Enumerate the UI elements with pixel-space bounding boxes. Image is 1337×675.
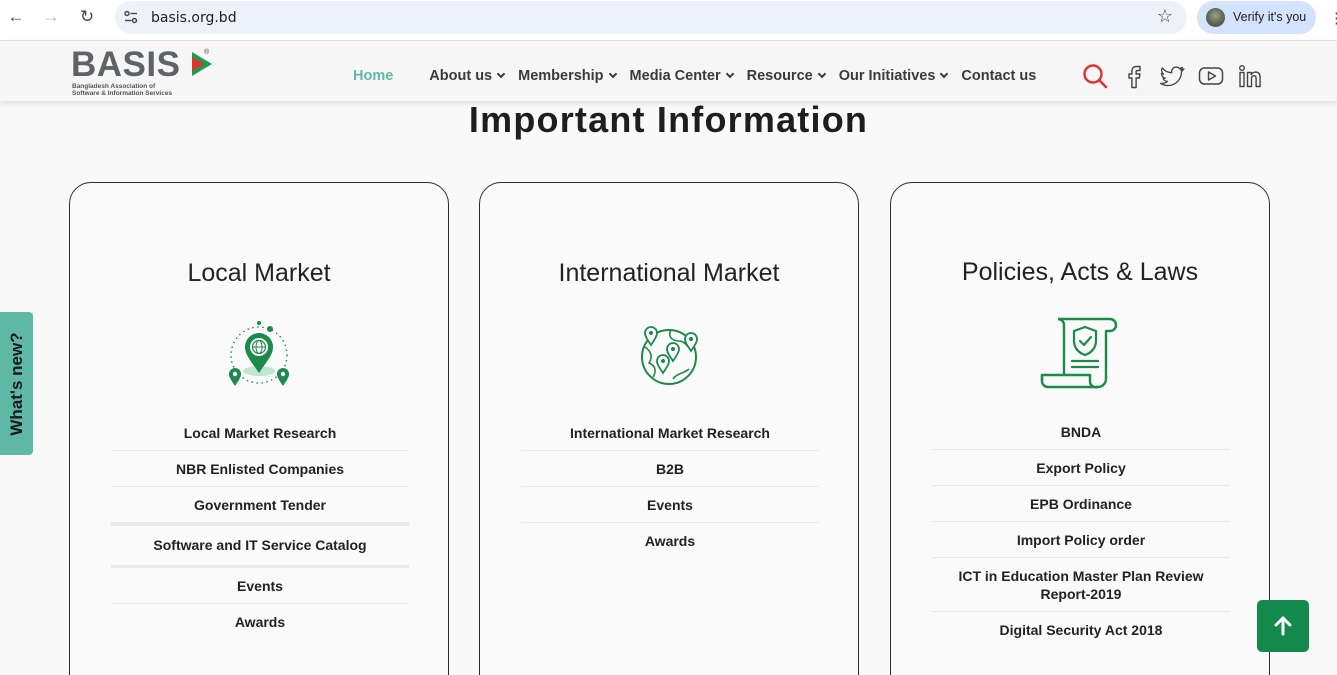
link-b2b[interactable]: B2B: [521, 451, 819, 487]
link-events[interactable]: Events: [521, 487, 819, 523]
section-title: Important Information: [468, 99, 869, 140]
address-bar[interactable]: basis.org.bd ☆: [115, 1, 1187, 34]
profile-avatar: [1206, 8, 1225, 27]
chevron-down-icon: [725, 69, 734, 79]
link-import-policy-order[interactable]: Import Policy order: [932, 522, 1230, 558]
chevron-down-icon: [817, 69, 826, 79]
url-text[interactable]: basis.org.bd: [151, 10, 237, 26]
registered-mark: ®: [204, 49, 210, 56]
bookmark-star-icon[interactable]: ☆: [1157, 6, 1173, 27]
reload-icon[interactable]: ↻: [76, 6, 98, 28]
nav-our-initiatives[interactable]: Our Initiatives: [838, 68, 949, 84]
link-epb-ordinance[interactable]: EPB Ordinance: [932, 486, 1230, 522]
nav-about-us-label: About us: [429, 68, 493, 84]
nav-membership[interactable]: Membership: [518, 68, 617, 84]
link-events[interactable]: Events: [111, 568, 409, 604]
chevron-down-icon: [496, 69, 506, 79]
chevron-down-icon: [940, 69, 949, 79]
nav-media-center-label: Media Center: [629, 68, 721, 84]
link-nbr-enlisted-companies[interactable]: NBR Enlisted Companies: [111, 451, 409, 487]
youtube-icon[interactable]: [1198, 63, 1224, 89]
back-to-top-button[interactable]: [1257, 600, 1309, 652]
logo-subtitle-line2: Software & Information Services: [72, 90, 173, 97]
facebook-icon[interactable]: [1121, 63, 1147, 89]
twitter-icon[interactable]: [1159, 63, 1185, 89]
logo-subtitle-line1: Bangladesh Association of: [72, 83, 156, 90]
browser-toolbar: ← → ↻ basis.org.bd ☆ Verify it's you ⋮: [0, 0, 1337, 41]
search-icon[interactable]: [1082, 63, 1108, 89]
card-title: Policies, Acts & Laws: [961, 258, 1199, 286]
browser-menu-icon[interactable]: ⋮: [1329, 9, 1337, 27]
link-bnda[interactable]: BNDA: [932, 414, 1230, 450]
whats-new-label: What's new?: [6, 331, 26, 436]
back-icon[interactable]: ←: [5, 6, 27, 28]
logo-subtitle: Bangladesh Association of Software & Inf…: [72, 83, 172, 97]
link-export-policy[interactable]: Export Policy: [932, 450, 1230, 486]
link-digital-security-act[interactable]: Digital Security Act 2018: [932, 612, 1230, 647]
link-awards[interactable]: Awards: [521, 523, 819, 558]
link-awards[interactable]: Awards: [111, 604, 409, 639]
international-market-card: International Market International Marke…: [479, 182, 859, 675]
main-navigation: Home About us Membership Media Center Re…: [353, 68, 1050, 84]
card-link-list: Local Market Research NBR Enlisted Compa…: [111, 415, 409, 639]
link-software-it-service-catalog[interactable]: Software and IT Service Catalog: [111, 523, 409, 568]
chevron-down-icon: [608, 69, 617, 79]
nav-media-center[interactable]: Media Center: [629, 68, 734, 84]
nav-home-label: Home: [353, 68, 394, 84]
link-local-market-research[interactable]: Local Market Research: [111, 415, 409, 451]
card-link-list: International Market Research B2B Events…: [521, 415, 819, 558]
globe-pins-icon: [641, 326, 698, 385]
policy-scroll-icon: [1040, 317, 1118, 389]
forward-icon[interactable]: →: [40, 6, 62, 28]
verify-identity-button[interactable]: Verify it's you: [1197, 1, 1316, 34]
nav-our-initiatives-label: Our Initiatives: [838, 68, 936, 84]
location-pins-icon: [229, 321, 289, 386]
nav-about-us[interactable]: About us: [429, 68, 506, 84]
card-title: International Market: [558, 259, 780, 287]
link-international-market-research[interactable]: International Market Research: [521, 415, 819, 451]
policies-acts-laws-card: Policies, Acts & Laws BNDA Export Policy…: [890, 182, 1270, 675]
nav-membership-label: Membership: [518, 68, 604, 84]
nav-contact-us-label: Contact us: [961, 68, 1037, 84]
local-market-card: Local Market Local Market Research NBR E…: [69, 182, 449, 675]
arrow-up-icon: [1274, 616, 1292, 636]
nav-home[interactable]: Home: [353, 68, 393, 84]
site-info-icon[interactable]: [123, 9, 139, 25]
basis-logo[interactable]: BASIS ® Bangladesh Association of Softwa…: [71, 47, 221, 99]
link-government-tender[interactable]: Government Tender: [111, 487, 409, 523]
site-header: BASIS ® Bangladesh Association of Softwa…: [0, 41, 1337, 101]
nav-resource-label: Resource: [746, 68, 813, 84]
card-title: Local Market: [187, 259, 331, 287]
card-link-list: BNDA Export Policy EPB Ordinance Import …: [932, 414, 1230, 647]
linkedin-icon[interactable]: [1237, 63, 1263, 89]
link-ict-education-master-plan[interactable]: ICT in Education Master Plan Review Repo…: [932, 558, 1230, 612]
logo-wordmark: BASIS: [71, 45, 181, 84]
nav-resource[interactable]: Resource: [746, 68, 826, 84]
verify-label: Verify it's you: [1233, 10, 1307, 24]
whats-new-tab[interactable]: What's new?: [0, 312, 33, 455]
nav-contact-us[interactable]: Contact us: [961, 68, 1036, 84]
